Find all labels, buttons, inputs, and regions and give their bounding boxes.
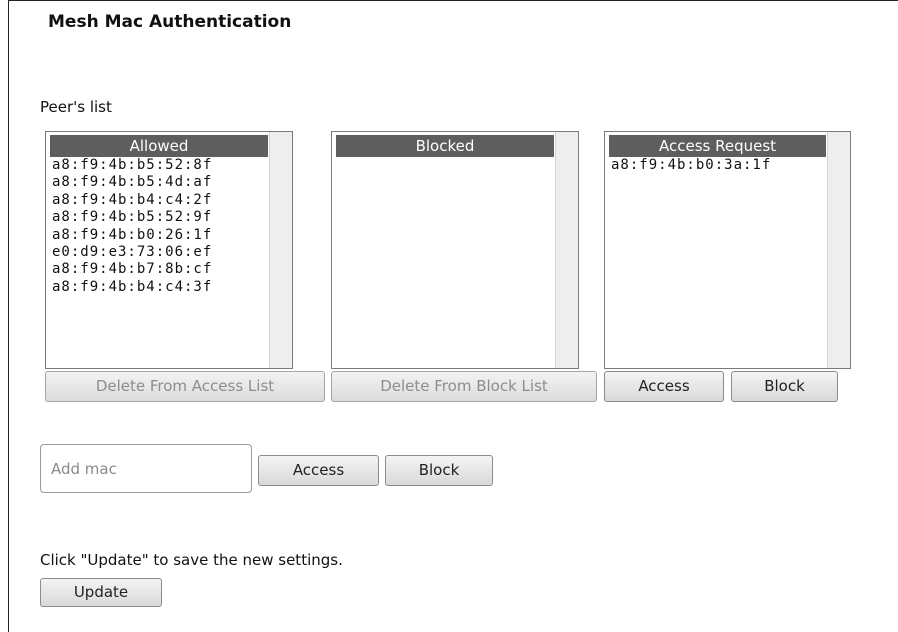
page-title: Mesh Mac Authentication [48,12,292,32]
mac-list-item[interactable]: a8:f9:4b:b5:4d:af [52,174,212,191]
mac-list-item[interactable]: a8:f9:4b:b0:26:1f [52,227,212,244]
delete-from-block-list-button[interactable]: Delete From Block List [331,371,597,402]
peers-list-label: Peer's list [40,98,112,116]
allowed-list-scrollbar[interactable] [269,132,292,368]
mac-list-item[interactable]: a8:f9:4b:b4:c4:2f [52,192,212,209]
access-request-list[interactable]: Access Request a8:f9:4b:b0:3a:1f [604,131,851,369]
access-request-grant-button[interactable]: Access [604,371,724,402]
mac-list-item[interactable]: a8:f9:4b:b4:c4:3f [52,279,212,296]
allowed-list-header: Allowed [50,135,268,157]
access-request-block-button[interactable]: Block [731,371,838,402]
allowed-list-items: a8:f9:4b:b5:52:8f a8:f9:4b:b5:4d:af a8:f9:… [52,157,212,296]
mac-list-item[interactable]: a8:f9:4b:b0:3a:1f [611,157,771,174]
mac-list-item[interactable]: a8:f9:4b:b7:8b:cf [52,261,212,278]
access-request-list-header: Access Request [609,135,826,157]
allowed-list[interactable]: Allowed a8:f9:4b:b5:52:8f a8:f9:4b:b5:4d:… [45,131,293,369]
blocked-list-scrollbar[interactable] [555,132,578,368]
access-request-list-scrollbar[interactable] [827,132,850,368]
access-request-list-items: a8:f9:4b:b0:3a:1f [611,157,771,174]
blocked-list-header: Blocked [336,135,554,157]
delete-from-access-list-button[interactable]: Delete From Access List [45,371,325,402]
mac-list-item[interactable]: a8:f9:4b:b5:52:9f [52,209,212,226]
add-mac-block-button[interactable]: Block [385,455,493,486]
mac-list-item[interactable]: a8:f9:4b:b5:52:8f [52,157,212,174]
mac-list-item[interactable]: e0:d9:e3:73:06:ef [52,244,212,261]
update-button[interactable]: Update [40,578,162,607]
blocked-list[interactable]: Blocked [331,131,579,369]
add-mac-input[interactable] [40,444,252,493]
update-hint-text: Click "Update" to save the new settings. [40,551,343,569]
add-mac-access-button[interactable]: Access [258,455,379,486]
